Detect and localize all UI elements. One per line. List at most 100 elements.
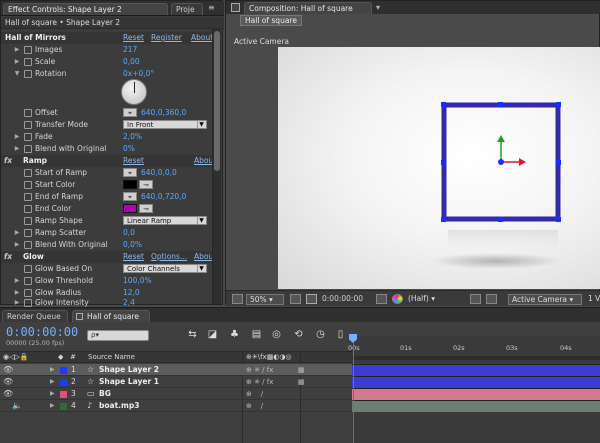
start-color-swatch[interactable] [123, 180, 137, 189]
eye-icon[interactable]: 👁 [3, 376, 13, 388]
expand-triangle-icon[interactable]: ▶ [13, 239, 21, 251]
tab-project[interactable]: Proje [171, 3, 203, 15]
layer-switches[interactable]: ⊕ ✳ / fx ▦ [246, 364, 304, 376]
end-color-swatch[interactable] [123, 204, 137, 213]
scrollbar-thumb[interactable] [214, 31, 220, 171]
comp-navigator-tab[interactable]: Hall of square [240, 15, 302, 26]
expand-triangle-icon[interactable]: ▶ [13, 44, 21, 56]
work-area-bar[interactable] [352, 356, 600, 360]
expand-triangle-icon[interactable]: ▶ [50, 388, 55, 400]
transparency-grid-icon[interactable] [486, 294, 497, 304]
about-link[interactable]: Abou [194, 155, 213, 167]
current-time-display[interactable]: 0:00:00:00 [322, 294, 363, 305]
prop-value[interactable]: 640,0,720,0 [141, 191, 186, 203]
prop-value[interactable]: 0,0% [123, 239, 142, 251]
expand-triangle-icon[interactable]: ▶ [50, 400, 55, 412]
layer-switches[interactable]: ⊕ ✳ / fx ▦ [246, 376, 304, 388]
stopwatch-icon[interactable] [24, 289, 32, 297]
label-color-swatch[interactable] [60, 403, 67, 410]
about-link[interactable]: Abou [194, 251, 213, 263]
stopwatch-icon[interactable] [24, 299, 32, 307]
label-color-swatch[interactable] [60, 379, 67, 386]
stopwatch-icon[interactable] [24, 46, 32, 54]
stopwatch-icon[interactable] [24, 58, 32, 66]
layer-row[interactable]: 🔈 ▶ 4 ♪ boat.mp3 ⊕ / [0, 400, 352, 412]
expand-triangle-icon[interactable]: ▶ [50, 364, 55, 376]
layer-duration-bar[interactable] [352, 376, 600, 388]
about-link[interactable]: About [191, 32, 213, 44]
stopwatch-icon[interactable] [24, 193, 32, 201]
layer-name[interactable]: boat.mp3 [99, 400, 139, 412]
register-link[interactable]: Register [151, 32, 182, 44]
expand-triangle-icon[interactable]: ▶ [13, 131, 21, 143]
safe-zones-icon[interactable] [290, 294, 301, 304]
fx-icon[interactable]: fx [4, 155, 12, 167]
graph-editor-icon[interactable]: ⟲ [292, 329, 305, 341]
stopwatch-icon[interactable] [24, 181, 32, 189]
lock-icon[interactable] [231, 3, 240, 12]
draft-3d-icon[interactable]: ◪ [206, 329, 219, 341]
effect-glow[interactable]: fx Glow Reset Options... Abou [1, 251, 213, 263]
layer-switches[interactable]: ⊕ / [246, 400, 263, 412]
speaker-icon[interactable]: 🔈 [12, 400, 22, 412]
zoom-dropdown[interactable]: 50% ▾ [246, 294, 284, 305]
reset-link[interactable]: Reset [123, 32, 144, 44]
fx-icon[interactable]: fx [4, 251, 12, 263]
tab-composition[interactable]: Composition: Hall of square [244, 2, 372, 14]
frame-blending-icon[interactable]: ▤ [250, 329, 263, 341]
layer-duration-bar[interactable] [352, 388, 600, 400]
tab-effect-controls[interactable]: Effect Controls: Shape Layer 2 [3, 3, 168, 15]
prop-value[interactable]: 0% [123, 143, 135, 155]
time-ruler[interactable]: 00s 01s 02s 03s 04s [348, 336, 600, 363]
color-channels-icon[interactable] [392, 294, 403, 304]
layer-duration-bar[interactable] [352, 400, 600, 412]
stopwatch-icon[interactable] [24, 265, 32, 273]
motion-blur-icon[interactable]: ◎ [270, 329, 283, 341]
reset-link[interactable]: Reset [123, 155, 144, 167]
prop-value[interactable]: 640,0,0,0 [141, 167, 177, 179]
axis-gizmo-icon[interactable] [497, 135, 526, 166]
label-color-swatch[interactable] [60, 367, 67, 374]
layer-duration-bar[interactable] [352, 364, 600, 376]
panel-menu-icon[interactable]: ≡ [208, 3, 218, 13]
chevron-down-icon[interactable]: ▾ [376, 2, 386, 13]
tab-render-queue[interactable]: Render Queue [2, 310, 68, 322]
timeline-empty-area[interactable] [352, 412, 600, 443]
prop-value[interactable]: 2,0% [123, 131, 142, 143]
stopwatch-icon[interactable] [24, 217, 32, 225]
layer-name[interactable]: BG [99, 388, 111, 400]
views-layout-dropdown[interactable]: 1 Vi [588, 294, 600, 305]
eye-icon[interactable]: 👁 [3, 388, 13, 400]
crosshair-icon[interactable]: ⌖ [123, 192, 137, 201]
prop-value[interactable]: 0,00 [123, 56, 140, 68]
grid-icon[interactable] [306, 294, 317, 304]
snapshot-icon[interactable] [376, 294, 387, 304]
expand-triangle-icon[interactable]: ▶ [13, 275, 21, 287]
stopwatch-icon[interactable] [24, 70, 32, 78]
source-name-header[interactable]: Source Name [88, 352, 135, 363]
timeline-search-input[interactable]: ρ▾ [87, 330, 149, 341]
rotation-dial[interactable] [121, 79, 147, 105]
stopwatch-icon[interactable] [24, 133, 32, 141]
live-update-icon[interactable]: ▯ [334, 329, 347, 341]
collapse-triangle-icon[interactable]: ▼ [13, 68, 21, 80]
prop-value[interactable]: 0,0 [123, 227, 135, 239]
expand-triangle-icon[interactable]: ▶ [13, 56, 21, 68]
stopwatch-icon[interactable] [24, 277, 32, 285]
stopwatch-icon[interactable] [24, 229, 32, 237]
timeline-current-time[interactable]: 0:00:00:00 [6, 325, 78, 339]
view-dropdown[interactable]: Active Camera ▾ [508, 294, 582, 305]
prop-value[interactable]: 217 [123, 44, 137, 56]
tab-hall-of-square[interactable]: Hall of square [72, 310, 150, 322]
prop-value[interactable]: 640,0,360,0 [141, 107, 186, 119]
expand-triangle-icon[interactable]: ▶ [13, 227, 21, 239]
stopwatch-icon[interactable] [24, 169, 32, 177]
layer-name[interactable]: Shape Layer 1 [99, 376, 159, 388]
expand-triangle-icon[interactable]: ▶ [13, 143, 21, 155]
brainstorm-icon[interactable]: ◷ [314, 329, 327, 341]
options-link[interactable]: Options... [151, 251, 187, 263]
layer-name[interactable]: Shape Layer 2 [99, 364, 159, 376]
composition-viewer[interactable] [278, 47, 600, 289]
layer-row[interactable]: 👁 ▶ 2 ☆ Shape Layer 1 ⊕ ✳ / fx ▦ [0, 376, 352, 388]
ramp-shape-dropdown[interactable]: Linear Ramp ▼ [123, 216, 207, 225]
